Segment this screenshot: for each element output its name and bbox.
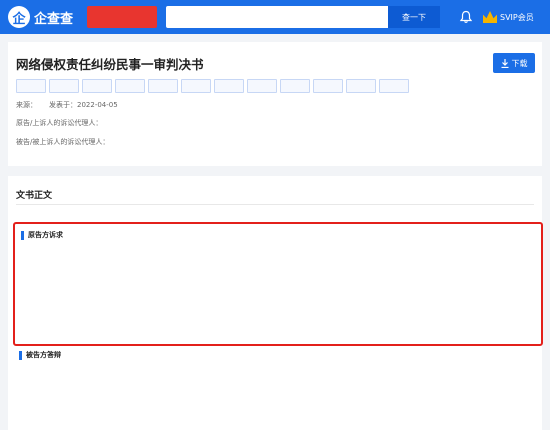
defendant-agent-label: 被告/被上诉人的诉讼代理人： — [16, 138, 110, 146]
document-body-card: 文书正文 原告方诉求 被告方答辩 — [8, 176, 543, 430]
tag-button[interactable] — [82, 79, 112, 93]
tag-button[interactable] — [49, 79, 79, 93]
logo-text: 企查查 — [34, 11, 74, 27]
search-box — [166, 6, 388, 30]
heading-bar — [21, 230, 24, 240]
tag-button[interactable] — [313, 79, 343, 93]
document-header-card: 网络侵权责任纠纷民事一审判决书 下载 来源： 发表于： 2022-04-05 原… — [8, 42, 542, 166]
tag-button[interactable] — [379, 79, 409, 93]
search-button[interactable]: 查一下 — [388, 6, 440, 28]
source-row: 来源： 发表于： 2022-04-05 — [16, 100, 118, 110]
plaintiff-agent-label: 原告/上诉人的诉讼代理人： — [16, 119, 103, 127]
divider — [16, 204, 534, 205]
section-title: 文书正文 — [16, 191, 53, 201]
page-title: 网络侵权责任纠纷民事一审判决书 — [16, 57, 204, 72]
claims-highlight-box: 原告方诉求 — [13, 222, 543, 346]
defense-heading-label: 被告方答辩 — [26, 351, 61, 359]
badge-line-2 — [87, 7, 157, 8]
publish-label: 发表于： — [49, 101, 77, 109]
claims-heading: 原告方诉求 — [21, 230, 63, 240]
tag-button[interactable] — [214, 79, 244, 93]
logo-mark-icon: 企 — [8, 6, 30, 28]
publish-date: 2022-04-05 — [77, 101, 118, 109]
tag-button[interactable] — [346, 79, 376, 93]
download-label: 下载 — [511, 58, 528, 68]
download-icon — [501, 58, 508, 68]
tag-button[interactable] — [148, 79, 178, 93]
top-navigation-bar: 企 企查查 查一下 SVIP会员 — [0, 0, 550, 34]
tag-button[interactable] — [280, 79, 310, 93]
logo[interactable]: 企 企查查 — [8, 5, 84, 29]
tag-button[interactable] — [115, 79, 145, 93]
tag-button[interactable] — [181, 79, 211, 93]
svip-label: SVIP会员 — [500, 12, 534, 22]
official-badge — [87, 6, 157, 28]
heading-bar — [19, 350, 22, 360]
tag-button[interactable] — [247, 79, 277, 93]
defense-heading: 被告方答辩 — [19, 350, 61, 360]
tag-button[interactable] — [16, 79, 46, 93]
source-label: 来源： — [16, 101, 37, 109]
crown-icon — [483, 11, 497, 23]
related-tags — [16, 79, 409, 93]
bell-icon[interactable] — [459, 10, 473, 24]
claims-heading-label: 原告方诉求 — [28, 231, 63, 239]
svip-member-link[interactable]: SVIP会员 — [483, 9, 534, 25]
search-input[interactable] — [166, 8, 388, 30]
download-button[interactable]: 下载 — [493, 53, 535, 73]
defendant-agent-row: 被告/被上诉人的诉讼代理人： — [16, 137, 109, 147]
plaintiff-agent-row: 原告/上诉人的诉讼代理人： — [16, 118, 102, 128]
